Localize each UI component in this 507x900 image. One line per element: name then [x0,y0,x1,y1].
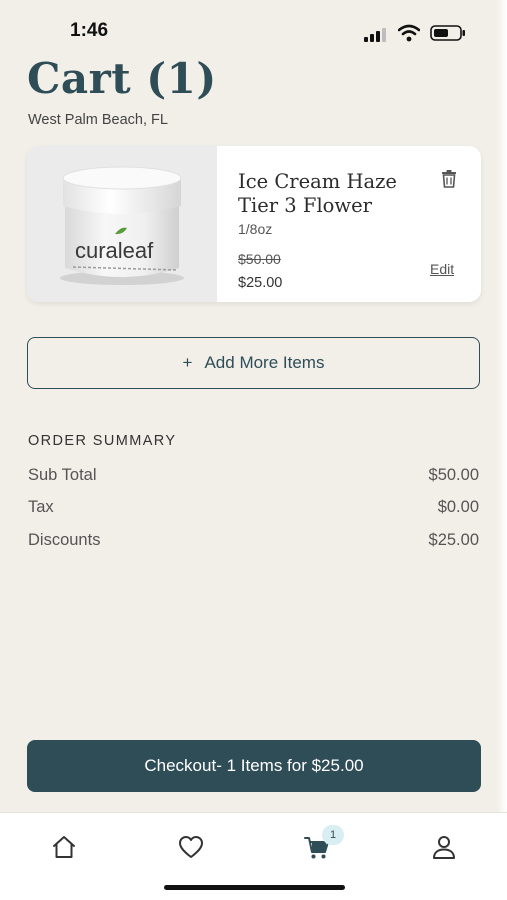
plus-icon: + [182,353,193,372]
profile-icon[interactable] [430,833,458,861]
discounts-value: $25.00 [428,531,479,549]
cart-count-badge: 1 [322,825,344,845]
product-name: Ice Cream Haze Tier 3 Flower [238,170,438,218]
original-price: $50.00 [238,251,281,267]
discounts-label: Discounts [28,531,101,549]
status-time: 1:46 [70,20,109,41]
signal-icon [364,28,386,42]
subtotal-row: Sub Total $50.00 [28,466,479,490]
tax-value: $0.00 [437,498,479,516]
add-more-items-label: Add More Items [204,353,325,372]
add-more-items-button[interactable]: + Add More Items [27,337,480,389]
checkout-label: Checkout- 1 Items for $25.00 [144,756,364,775]
product-jar-image: curaleaf [60,166,184,285]
product-name-line1: Ice Cream Haze [238,170,397,193]
device-edge [497,0,507,900]
wifi-icon [398,24,420,42]
home-icon[interactable] [50,833,78,861]
sale-price: $25.00 [238,275,283,291]
store-location: West Palm Beach, FL [28,112,168,128]
tax-label: Tax [28,498,54,516]
product-image: curaleaf [27,146,217,302]
subtotal-label: Sub Total [28,466,97,484]
cart-item-card: curaleaf Ice Cream Haze Tier 3 Flower 1/… [27,146,481,302]
checkout-button[interactable]: Checkout- 1 Items for $25.00 [27,740,481,792]
order-summary-heading: ORDER SUMMARY [28,433,177,449]
battery-icon [430,25,465,41]
heart-icon[interactable] [177,833,205,861]
discounts-row: Discounts $25.00 [28,531,479,555]
page-title: Cart (1) [27,54,217,103]
tax-row: Tax $0.00 [28,498,479,522]
status-bar: 1:46 [0,18,507,46]
product-size: 1/8oz [238,221,273,237]
brand-logo-text: curaleaf [75,238,154,263]
trash-icon[interactable] [441,170,457,188]
edit-item-link[interactable]: Edit [430,261,454,277]
home-indicator [164,885,345,890]
product-name-line2: Tier 3 Flower [238,194,372,217]
subtotal-value: $50.00 [428,466,479,484]
